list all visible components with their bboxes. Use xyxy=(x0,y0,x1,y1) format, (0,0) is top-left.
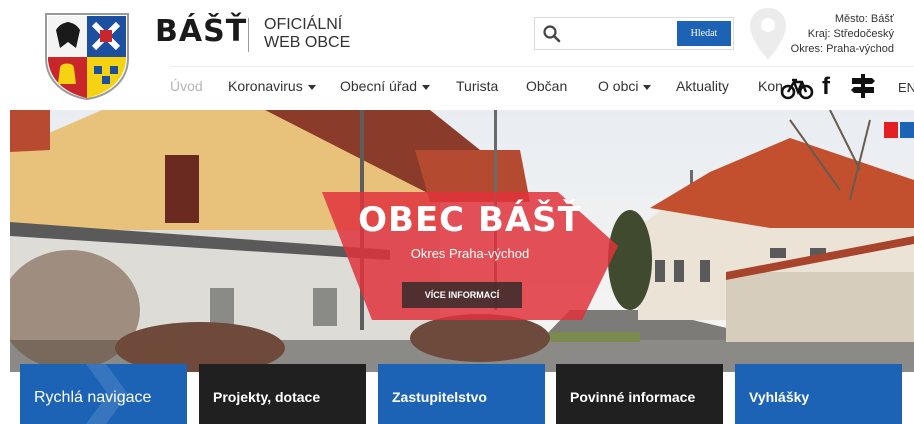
tile-label: Projekty, dotace xyxy=(213,389,321,405)
nav-item-obcan[interactable]: Občan xyxy=(526,78,567,94)
slide-dot-1[interactable] xyxy=(884,122,898,138)
region-info: Město: Bášť Kraj: Středočeský Okres: Pra… xyxy=(791,12,894,57)
nav-item-aktuality[interactable]: Aktuality xyxy=(676,78,729,94)
tile-quick-navigation[interactable]: Rychlá navigace xyxy=(20,364,187,424)
nav-item-label: Turista xyxy=(456,78,499,94)
search-icon xyxy=(543,25,561,43)
nav-item-label: O obci xyxy=(598,78,639,94)
tile-label: Rychlá navigace xyxy=(34,389,152,406)
tile-projects-grants[interactable]: Projekty, dotace xyxy=(199,364,366,424)
tile-label: Povinné informace xyxy=(570,389,696,405)
region-kraj: Kraj: Středočeský xyxy=(807,28,894,40)
nav-item-label: Úvod xyxy=(170,78,203,94)
header-divider xyxy=(170,66,914,67)
slide-dot-2[interactable] xyxy=(900,122,914,138)
tile-label: Vyhlášky xyxy=(749,389,810,405)
site-title[interactable]: BÁŠŤ xyxy=(155,14,247,49)
region-district: Okres: Praha-východ xyxy=(790,43,894,55)
nav-item-o-obci[interactable]: O obci xyxy=(598,78,652,94)
site-header: BÁŠŤ OFICIÁLNÍ WEB OBCE Hledat Město: Bá… xyxy=(0,0,914,110)
quick-links: Rychlá navigace Projekty, dotace Zastupi… xyxy=(0,364,914,424)
search-button[interactable]: Hledat xyxy=(677,21,731,46)
nav-item-label: Aktuality xyxy=(676,78,729,94)
tile-notices[interactable]: Vyhlášky xyxy=(735,364,902,424)
language-switch[interactable]: EN xyxy=(898,80,914,95)
search-input[interactable] xyxy=(567,22,672,46)
nav-item-turista[interactable]: Turista xyxy=(456,78,498,94)
bicycle-icon[interactable] xyxy=(780,76,814,100)
slider-indicators xyxy=(884,122,914,138)
subtitle-line-2: WEB OBCE xyxy=(264,34,351,51)
more-info-button[interactable]: VÍCE INFORMACÍ xyxy=(402,282,522,308)
site-subtitle: OFICIÁLNÍ WEB OBCE xyxy=(264,16,350,52)
chevron-down-icon xyxy=(643,84,652,90)
nav-item-label: Obecní úřad xyxy=(340,78,418,94)
title-divider xyxy=(248,18,249,52)
tile-label: Zastupitelstvo xyxy=(392,389,487,405)
nav-item-koronavirus[interactable]: Koronavirus xyxy=(228,78,316,94)
chevron-down-icon xyxy=(422,84,431,90)
nav-item-label: Občan xyxy=(526,78,568,94)
tile-council[interactable]: Zastupitelstvo xyxy=(378,364,545,424)
nav-item-uvod[interactable]: Úvod xyxy=(170,78,203,94)
chevron-down-icon xyxy=(307,84,316,90)
region-city: Město: Bášť xyxy=(834,13,894,25)
hero-subtitle: Okres Praha-východ xyxy=(410,246,530,261)
main-nav: Úvod Koronavirus Obecní úřad Turista Obč… xyxy=(0,78,914,98)
hero-title: OBEC BÁŠŤ xyxy=(358,200,582,240)
signpost-icon[interactable] xyxy=(850,74,876,98)
subtitle-line-1: OFICIÁLNÍ xyxy=(264,16,343,33)
map-pin-icon xyxy=(750,8,786,60)
tile-mandatory-info[interactable]: Povinné informace xyxy=(556,364,723,424)
nav-item-label: Koronavirus xyxy=(228,78,303,94)
nav-item-obecni-urad[interactable]: Obecní úřad xyxy=(340,78,431,94)
search-box: Hledat xyxy=(534,17,734,50)
facebook-icon[interactable]: f xyxy=(822,73,830,101)
